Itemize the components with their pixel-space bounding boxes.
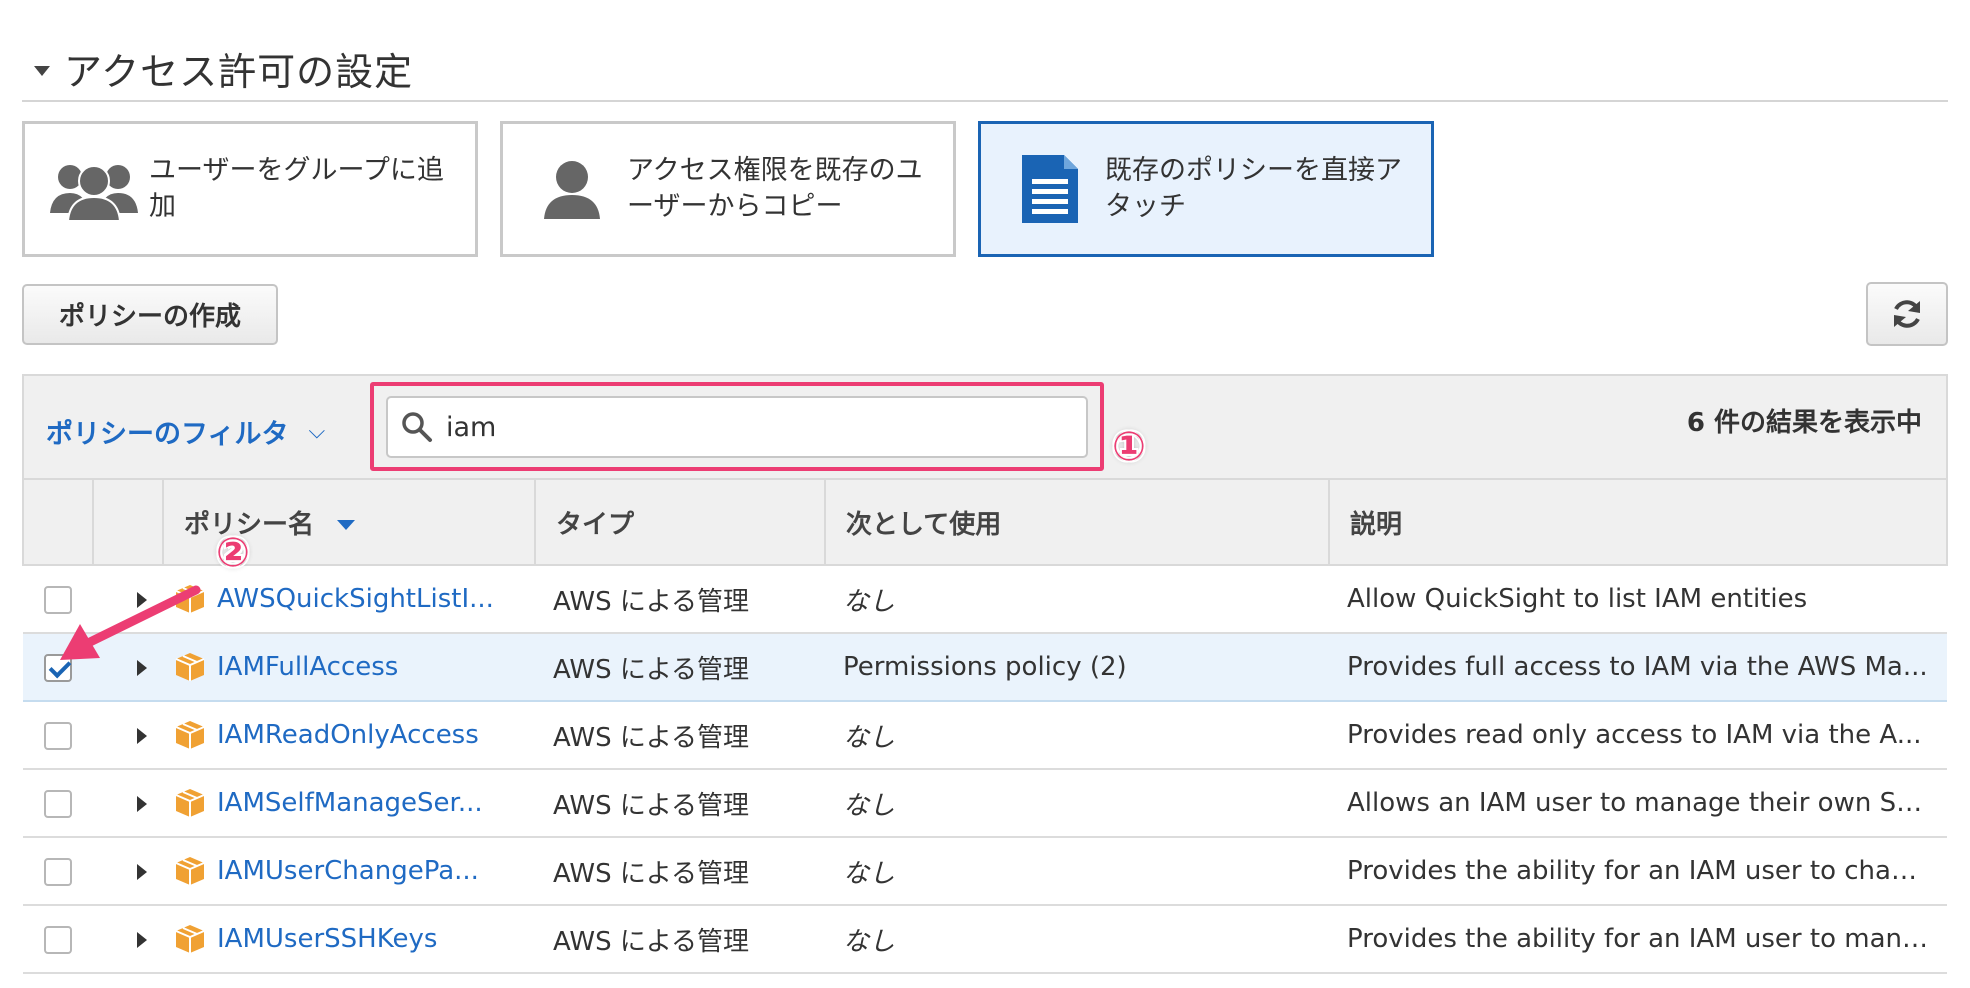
policy-name-link[interactable]: IAMFullAccess bbox=[217, 652, 398, 682]
policy-used-as: なし bbox=[825, 905, 1329, 974]
section-header[interactable]: アクセス許可の設定 bbox=[22, 36, 1948, 102]
policy-package-icon bbox=[175, 925, 205, 953]
header-description[interactable]: 説明 bbox=[1328, 478, 1948, 566]
create-policy-button[interactable]: ポリシーの作成 bbox=[22, 284, 278, 345]
refresh-icon bbox=[1894, 300, 1920, 328]
expand-row-icon[interactable] bbox=[137, 727, 147, 744]
policy-used-as: なし bbox=[825, 837, 1329, 906]
annotation-number-two: ② bbox=[216, 530, 250, 576]
policy-table: ポリシー名 タイプ 次として使用 説明 AWSQuickSightListI..… bbox=[22, 478, 1948, 974]
option-label: アクセス権限を既存のユーザーからコピー bbox=[627, 155, 923, 222]
policy-description: Allow QuickSight to list IAM entities bbox=[1329, 565, 1947, 634]
row-checkbox[interactable] bbox=[44, 925, 72, 954]
expand-row-icon[interactable] bbox=[137, 863, 147, 880]
policy-used-as: Permissions policy (2) bbox=[825, 632, 1329, 702]
policy-type: AWS による管理 bbox=[535, 769, 825, 838]
policy-name-link[interactable]: IAMSelfManageSer... bbox=[217, 788, 483, 818]
policy-used-as: なし bbox=[825, 769, 1329, 838]
policy-type: AWS による管理 bbox=[535, 701, 825, 770]
table-row[interactable]: IAMUserChangePa... AWS による管理 なし Provides th… bbox=[23, 837, 1947, 906]
row-checkbox[interactable] bbox=[44, 789, 72, 818]
policy-name-link[interactable]: IAMUserChangePa... bbox=[217, 856, 479, 886]
policy-name-link[interactable]: IAMUserSSHKeys bbox=[217, 924, 437, 954]
search-box[interactable] bbox=[386, 396, 1088, 458]
policy-used-as: なし bbox=[825, 565, 1329, 634]
row-checkbox[interactable] bbox=[44, 857, 72, 886]
table-row[interactable]: IAMSelfManageSer... AWS による管理 なし Allows an … bbox=[23, 769, 1947, 838]
table-row[interactable]: IAMFullAccess AWS による管理 Permissions policy… bbox=[23, 632, 1947, 702]
option-label: ユーザーをグループに追加 bbox=[149, 155, 444, 222]
policy-name-cell: IAMReadOnlyAccess bbox=[163, 701, 535, 770]
table-header-row: ポリシー名 タイプ 次として使用 説明 bbox=[22, 478, 1948, 566]
expand-row-icon[interactable] bbox=[137, 795, 147, 812]
row-select-cell bbox=[23, 769, 93, 838]
result-count: 6 件の結果を表示中 bbox=[1686, 408, 1922, 438]
row-checkbox[interactable] bbox=[44, 721, 72, 750]
section-title: アクセス許可の設定 bbox=[64, 49, 414, 94]
policy-description: Allows an IAM user to manage their own S… bbox=[1329, 769, 1947, 838]
table-row[interactable]: AWSQuickSightListI... AWS による管理 なし Allow Qu… bbox=[23, 565, 1947, 634]
policy-package-icon bbox=[175, 857, 205, 885]
policy-filter-label: ポリシーのフィルタ bbox=[46, 419, 289, 450]
policy-name-cell: IAMUserSSHKeys bbox=[163, 905, 535, 974]
policy-name-link[interactable]: AWSQuickSightListI... bbox=[217, 584, 494, 614]
policy-type: AWS による管理 bbox=[535, 905, 825, 974]
policy-name-cell: IAMFullAccess bbox=[163, 632, 535, 702]
sort-desc-icon[interactable] bbox=[337, 520, 356, 530]
expand-row-icon[interactable] bbox=[137, 931, 147, 948]
table-row[interactable]: IAMReadOnlyAccess AWS による管理 なし Provides rea… bbox=[23, 701, 1947, 770]
policy-filter-dropdown[interactable]: ポリシーのフィルタ ⌵ bbox=[46, 412, 325, 451]
search-icon bbox=[402, 412, 432, 442]
policy-name-cell: IAMSelfManageSer... bbox=[163, 769, 535, 838]
policy-description: Provides full access to IAM via the AWS … bbox=[1329, 632, 1947, 702]
policy-used-as: なし bbox=[825, 701, 1329, 770]
header-used-as[interactable]: 次として使用 bbox=[824, 478, 1330, 566]
user-icon bbox=[517, 157, 627, 221]
policy-type: AWS による管理 bbox=[535, 565, 825, 634]
table-row[interactable]: IAMUserSSHKeys AWS による管理 なし Provides the ab… bbox=[23, 905, 1947, 974]
chevron-down-icon: ⌵ bbox=[308, 419, 326, 444]
policy-name-link[interactable]: IAMReadOnlyAccess bbox=[217, 720, 479, 750]
annotation-arrow bbox=[60, 585, 201, 660]
search-input[interactable] bbox=[444, 410, 1068, 444]
option-attach-existing-policy[interactable]: 既存のポリシーを直接アタッチ bbox=[978, 121, 1434, 257]
row-select-cell bbox=[23, 701, 93, 770]
row-select-cell bbox=[23, 837, 93, 906]
row-expand-cell bbox=[93, 769, 163, 838]
policy-package-icon bbox=[175, 789, 205, 817]
caret-down-icon[interactable] bbox=[34, 66, 50, 76]
option-add-to-group[interactable]: ユーザーをグループに追加 bbox=[22, 121, 478, 257]
policy-package-icon bbox=[175, 721, 205, 749]
row-expand-cell bbox=[93, 905, 163, 974]
header-type[interactable]: タイプ bbox=[534, 478, 826, 566]
row-expand-cell bbox=[93, 701, 163, 770]
policy-type: AWS による管理 bbox=[535, 837, 825, 906]
option-label: 既存のポリシーを直接アタッチ bbox=[1105, 155, 1402, 222]
refresh-button[interactable] bbox=[1866, 282, 1948, 346]
row-expand-cell bbox=[93, 837, 163, 906]
document-icon bbox=[995, 153, 1105, 225]
header-expand bbox=[92, 478, 164, 566]
policy-type: AWS による管理 bbox=[535, 632, 825, 702]
policy-description: Provides the ability for an IAM user to … bbox=[1329, 905, 1947, 974]
policy-description: Provides read only access to IAM via the… bbox=[1329, 701, 1947, 770]
option-copy-from-user[interactable]: アクセス権限を既存のユーザーからコピー bbox=[500, 121, 956, 257]
annotation-number-one: ① bbox=[1112, 424, 1146, 470]
row-select-cell bbox=[23, 905, 93, 974]
policy-description: Provides the ability for an IAM user to … bbox=[1329, 837, 1947, 906]
header-select bbox=[22, 478, 94, 566]
group-icon bbox=[39, 157, 149, 221]
policy-name-cell: IAMUserChangePa... bbox=[163, 837, 535, 906]
